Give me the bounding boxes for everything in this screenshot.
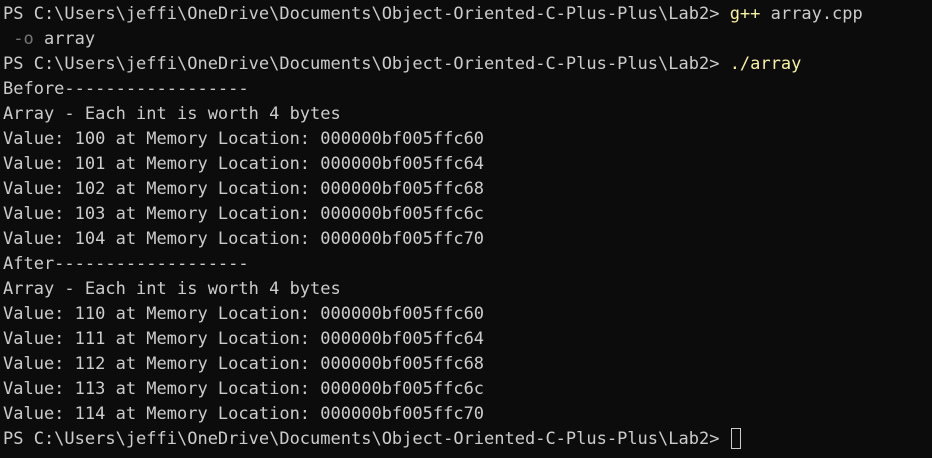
command-argument: array.cpp	[760, 4, 863, 24]
prompt-text: PS C:\Users\jeffi\OneDrive\Documents\Obj…	[3, 54, 730, 74]
output-value-line: Value: 100 at Memory Location: 000000bf0…	[3, 129, 485, 149]
output-value-line: Value: 111 at Memory Location: 000000bf0…	[3, 329, 485, 349]
command-flag: -o	[3, 29, 34, 49]
output-array-note: Array - Each int is worth 4 bytes	[3, 104, 341, 124]
output-value-line: Value: 104 at Memory Location: 000000bf0…	[3, 229, 485, 249]
output-value-line: Value: 113 at Memory Location: 000000bf0…	[3, 379, 485, 399]
output-value-line: Value: 103 at Memory Location: 000000bf0…	[3, 204, 485, 224]
output-header-before: Before------------------	[3, 79, 249, 99]
text-cursor[interactable]	[730, 428, 741, 449]
prompt-line-run: PS C:\Users\jeffi\OneDrive\Documents\Obj…	[3, 52, 932, 77]
output-value-line: Value: 114 at Memory Location: 000000bf0…	[3, 404, 485, 424]
prompt-line-compile: PS C:\Users\jeffi\OneDrive\Documents\Obj…	[3, 2, 932, 27]
output-value-line: Value: 112 at Memory Location: 000000bf0…	[3, 354, 485, 374]
output-value-line: Value: 102 at Memory Location: 000000bf0…	[3, 179, 485, 199]
prompt-text: PS C:\Users\jeffi\OneDrive\Documents\Obj…	[3, 429, 730, 449]
command-name: ./array	[729, 54, 802, 74]
terminal-window[interactable]: PS C:\Users\jeffi\OneDrive\Documents\Obj…	[0, 0, 932, 458]
output-value-line: Value: 101 at Memory Location: 000000bf0…	[3, 154, 485, 174]
prompt-text: PS C:\Users\jeffi\OneDrive\Documents\Obj…	[3, 4, 730, 24]
command-argument: array	[33, 29, 96, 49]
output-array-note: Array - Each int is worth 4 bytes	[3, 279, 341, 299]
output-value-line: Value: 110 at Memory Location: 000000bf0…	[3, 304, 485, 324]
command-name: g++	[729, 4, 761, 24]
command-continuation-line: -o array	[3, 27, 932, 52]
output-header-after: After-------------------	[3, 254, 249, 274]
prompt-line-current[interactable]: PS C:\Users\jeffi\OneDrive\Documents\Obj…	[3, 427, 932, 452]
